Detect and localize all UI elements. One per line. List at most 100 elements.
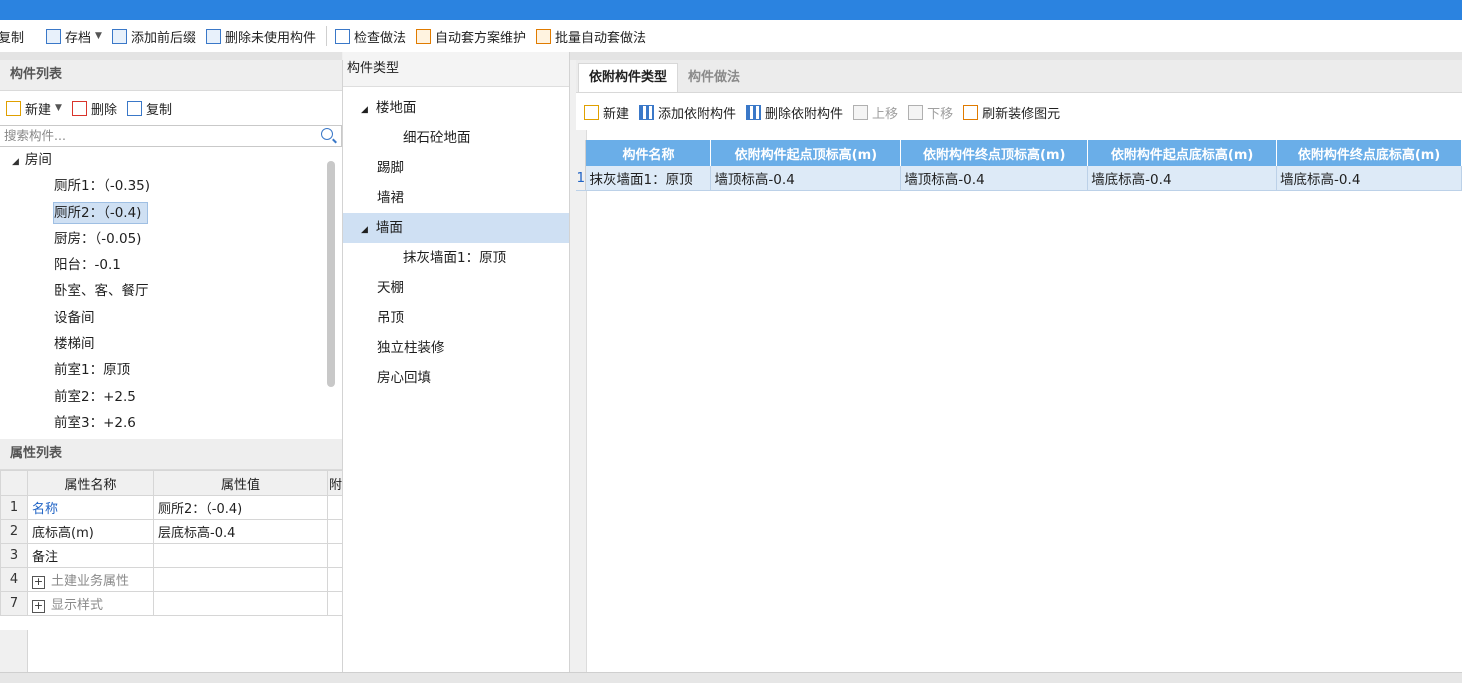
tree-item[interactable]: 前室2：+2.5 xyxy=(0,384,342,410)
type-label: 吊顶 xyxy=(377,310,404,326)
table-row[interactable]: 7 + 显示样式 xyxy=(0,591,343,616)
move-down-button[interactable]: 下移 xyxy=(904,100,959,124)
header-start-top[interactable]: 依附构件起点顶标高(m) xyxy=(710,140,902,166)
new-file-icon xyxy=(6,100,21,116)
move-up-label: 上移 xyxy=(872,106,899,122)
property-list-title: 属性列表 xyxy=(0,439,342,470)
tree-item[interactable]: 厨房：（-0.05) xyxy=(0,226,342,252)
cell-start-top[interactable]: 墙顶标高-0.4 xyxy=(710,166,902,191)
auto-scheme-button[interactable]: 自动套方案维护 xyxy=(412,24,532,48)
new-attached-button[interactable]: 新建 xyxy=(580,100,635,124)
move-up-button[interactable]: 上移 xyxy=(849,100,904,124)
header-property-value[interactable]: 属性值 xyxy=(153,470,328,496)
add-prefix-suffix-button[interactable]: 添加前后缀 xyxy=(108,24,202,48)
type-skirting[interactable]: 踢脚 xyxy=(343,153,569,183)
tree-item[interactable]: 设备间 xyxy=(0,305,342,331)
search-input[interactable] xyxy=(0,126,308,144)
cell-component-name[interactable]: 抹灰墙面1：原顶 xyxy=(585,166,712,191)
header-end-top[interactable]: 依附构件终点顶标高(m) xyxy=(900,140,1089,166)
property-attach xyxy=(327,519,343,544)
expand-triangle-icon[interactable]: ◢ xyxy=(361,105,368,115)
archive-button[interactable]: 存档 ▼ xyxy=(42,24,108,48)
expand-triangle-icon[interactable]: ◢ xyxy=(361,225,368,235)
delete-component-icon xyxy=(746,104,762,120)
check-method-button[interactable]: 检查做法 xyxy=(331,24,412,48)
tree-root-room[interactable]: ◢ 房间 xyxy=(0,147,342,173)
type-suspended-ceiling[interactable]: 吊顶 xyxy=(343,303,569,333)
property-attach xyxy=(327,591,343,616)
batch-auto-button[interactable]: 批量自动套做法 xyxy=(532,24,652,48)
type-ceiling[interactable]: 天棚 xyxy=(343,273,569,303)
type-child[interactable]: 抹灰墙面1：原顶 xyxy=(343,243,569,273)
tree-item[interactable]: 前室3：+2.6 xyxy=(0,410,342,430)
type-floor[interactable]: ◢ 楼地面 xyxy=(343,93,569,123)
tree-item[interactable]: 阳台：-0.1 xyxy=(0,252,342,278)
cell-end-top[interactable]: 墙顶标高-0.4 xyxy=(900,166,1089,191)
type-label: 细石砼地面 xyxy=(403,130,471,146)
copy-component-button[interactable]: 复制 xyxy=(125,96,180,120)
type-label: 楼地面 xyxy=(375,100,417,116)
property-value[interactable]: 厕所2：（-0.4) xyxy=(153,495,328,520)
property-group[interactable]: + 土建业务属性 xyxy=(27,567,154,592)
tab-component-method[interactable]: 构件做法 xyxy=(678,64,750,92)
tree-item[interactable]: 前室1：原顶 xyxy=(0,357,342,383)
add-attached-button[interactable]: 添加依附构件 xyxy=(635,100,742,124)
table-row[interactable]: 2 底标高(m) 层底标高-0.4 xyxy=(0,519,343,544)
tree-item-label: 厕所1：（-0.35) xyxy=(54,178,151,195)
header-start-bottom[interactable]: 依附构件起点底标高(m) xyxy=(1087,140,1278,166)
expand-plus-icon[interactable]: + xyxy=(32,600,45,613)
refresh-decoration-button[interactable]: 刷新装修图元 xyxy=(959,100,1066,124)
refresh-label: 刷新装修图元 xyxy=(982,106,1061,122)
delete-attached-button[interactable]: 删除依附构件 xyxy=(742,100,849,124)
property-value[interactable] xyxy=(153,543,328,568)
attached-toolbar: 新建 添加依附构件 删除依附构件 上移 下移 刷新装修图元 xyxy=(576,93,1462,131)
property-group[interactable]: + 显示样式 xyxy=(27,591,154,616)
delete-unused-button[interactable]: 删除未使用构件 xyxy=(202,24,322,48)
property-attach xyxy=(327,543,343,568)
row-index: 3 xyxy=(0,543,28,568)
expand-triangle-icon[interactable]: ◢ xyxy=(12,157,19,167)
type-backfill[interactable]: 房心回填 xyxy=(343,363,569,393)
tree-scrollbar[interactable] xyxy=(327,161,335,387)
search-box xyxy=(0,125,342,147)
type-wall-selected[interactable]: ◢ 墙面 xyxy=(343,213,569,243)
type-label: 抹灰墙面1：原顶 xyxy=(403,250,507,266)
header-component-name[interactable]: 构件名称 xyxy=(585,140,712,166)
table-row[interactable]: 1 抹灰墙面1：原顶 墙顶标高-0.4 墙顶标高-0.4 墙底标高-0.4 墙底… xyxy=(576,166,1462,191)
search-icon[interactable] xyxy=(321,128,333,140)
type-dado[interactable]: 墙裙 xyxy=(343,183,569,213)
delete-attached-label: 删除依附构件 xyxy=(765,106,844,122)
tree-item[interactable]: 卧室、客、餐厅 xyxy=(0,278,342,304)
type-column-finish[interactable]: 独立柱装修 xyxy=(343,333,569,363)
status-bar xyxy=(0,672,1462,683)
tree-item-label: 卧室、客、餐厅 xyxy=(54,283,149,300)
type-child[interactable]: 细石砼地面 xyxy=(343,123,569,153)
tree-item[interactable]: 楼梯间 xyxy=(0,331,342,357)
property-value[interactable]: 层底标高-0.4 xyxy=(153,519,328,544)
expand-plus-icon[interactable]: + xyxy=(32,576,45,589)
row-index: 2 xyxy=(0,519,28,544)
tree-item-selected[interactable]: 厕所2：（-0.4) xyxy=(0,200,342,226)
table-row[interactable]: 4 + 土建业务属性 xyxy=(0,567,343,592)
tree-item[interactable]: 厕所1：（-0.35) xyxy=(0,173,342,199)
new-component-button[interactable]: 新建 ▼ xyxy=(4,96,70,120)
type-label: 独立柱装修 xyxy=(377,340,445,356)
table-row[interactable]: 1 名称 厕所2：（-0.4) xyxy=(0,495,343,520)
row-number: 1 xyxy=(576,166,587,191)
copy-button[interactable]: 复制 xyxy=(0,24,30,48)
add-prefix-suffix-label: 添加前后缀 xyxy=(130,30,196,46)
table-row[interactable]: 3 备注 xyxy=(0,543,343,568)
header-attach[interactable]: 附 xyxy=(327,470,343,496)
delete-component-button[interactable]: 删除 xyxy=(70,96,125,120)
new-label: 新建 xyxy=(603,106,630,122)
property-name: 显示样式 xyxy=(51,598,104,613)
cell-start-bottom[interactable]: 墙底标高-0.4 xyxy=(1087,166,1278,191)
arrow-down-icon xyxy=(908,104,924,120)
cell-end-bottom[interactable]: 墙底标高-0.4 xyxy=(1276,166,1462,191)
chevron-down-icon: ▼ xyxy=(55,103,62,113)
delete-unused-label: 删除未使用构件 xyxy=(224,30,316,46)
tab-attached-types[interactable]: 依附构件类型 xyxy=(578,63,679,92)
header-end-bottom[interactable]: 依附构件终点底标高(m) xyxy=(1276,140,1462,166)
tree-item-label: 前室3：+2.6 xyxy=(54,414,136,430)
header-property-name[interactable]: 属性名称 xyxy=(27,470,154,496)
